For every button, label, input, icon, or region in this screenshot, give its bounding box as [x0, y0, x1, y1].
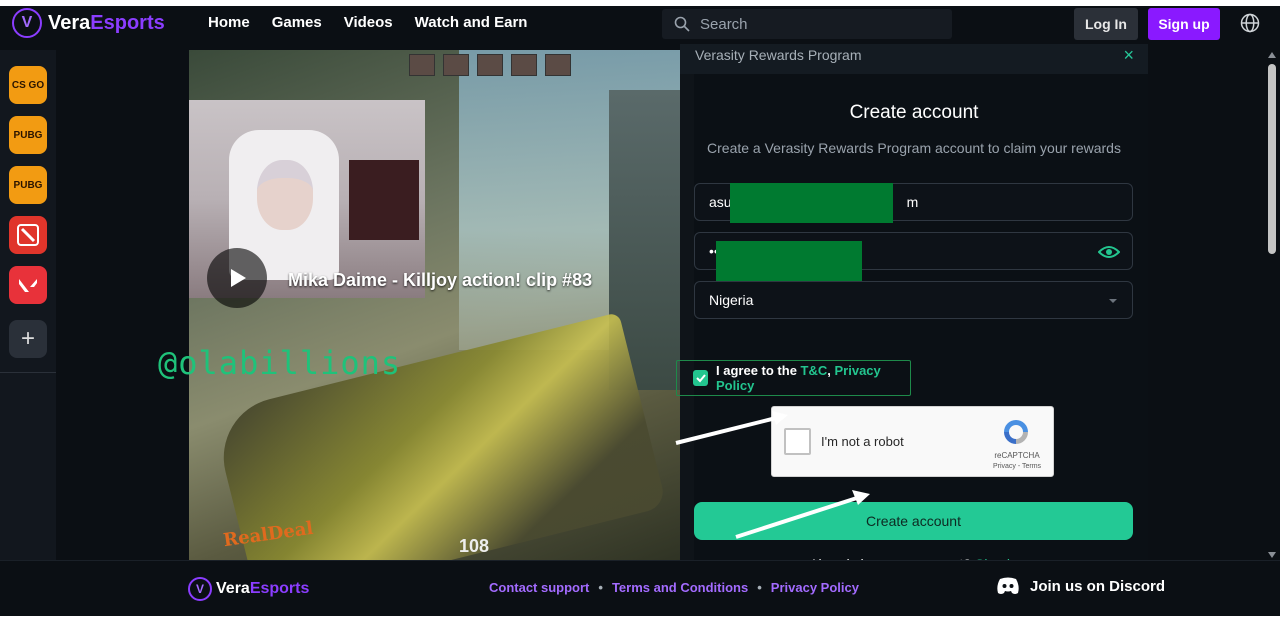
email-suffix: m [906, 194, 919, 210]
recaptcha-terms[interactable]: Privacy - Terms [972, 463, 1062, 470]
vera-logo-icon: V [188, 577, 212, 601]
recaptcha-checkbox[interactable] [784, 428, 811, 455]
scroll-thumb[interactable] [1268, 64, 1276, 254]
vera-logo-icon: V [12, 8, 42, 38]
scrollbar[interactable] [1264, 50, 1280, 560]
footer-links: Contact support • Terms and Conditions •… [489, 580, 859, 595]
hero-icon [511, 54, 537, 76]
pubg-mobile-icon[interactable]: PUBG [9, 166, 47, 204]
watermark-text: @olabillions [158, 344, 402, 382]
discord-label: Join us on Discord [1030, 577, 1166, 595]
card-title: Create account [849, 102, 979, 123]
card-subtitle: Create a Verasity Rewards Program accoun… [707, 140, 1121, 156]
footer-brand-name: VeraEsports [216, 580, 309, 598]
main-nav: Home Games Videos Watch and Earn [208, 14, 527, 31]
globe-icon[interactable] [1240, 13, 1260, 33]
country-value: Nigeria [709, 292, 754, 308]
redaction-block [716, 241, 862, 281]
nav-home[interactable]: Home [208, 14, 250, 31]
top-nav-bar: V VeraEsports Home Games Videos Watch an… [0, 6, 1280, 42]
close-icon[interactable]: × [1123, 45, 1134, 66]
nav-games[interactable]: Games [272, 14, 322, 31]
login-button[interactable]: Log In [1074, 8, 1138, 40]
hero-icons-strip [409, 54, 571, 76]
dota-glyph [17, 224, 39, 246]
recaptcha-widget: I'm not a robot reCAPTCHA Privacy - Term… [771, 406, 1054, 477]
ammo-counter: 108 [459, 536, 490, 556]
play-icon [231, 269, 246, 287]
hero-icon [545, 54, 571, 76]
dota-icon[interactable] [9, 216, 47, 254]
footer-brand-left: Vera [216, 580, 250, 597]
agree-comma: , [827, 363, 835, 378]
game-sidebar: CS GO PUBG PUBG + [0, 50, 56, 560]
chevron-down-icon [1109, 299, 1117, 303]
brand-name-left: Vera [48, 11, 91, 34]
check-icon [695, 374, 706, 383]
agree-text: I agree to the [716, 363, 801, 378]
panel-header: Verasity Rewards Program × [680, 44, 1148, 74]
footer: V VeraEsports Contact support • Terms an… [0, 560, 1280, 616]
valorant-icon[interactable] [9, 266, 47, 304]
footer-separator: • [757, 580, 762, 595]
recaptcha-logo-icon [1004, 420, 1028, 444]
country-select[interactable]: Nigeria [694, 281, 1133, 319]
agree-text-group: I agree to the T&C, Privacy Policy [716, 363, 910, 393]
pubg-mobile-tile-label: PUBG [13, 179, 43, 191]
sidebar-divider [0, 372, 56, 373]
eye-icon[interactable] [1098, 244, 1120, 260]
nav-videos[interactable]: Videos [344, 14, 393, 31]
discord-icon [997, 577, 1019, 594]
play-button[interactable] [207, 248, 267, 308]
footer-separator: • [598, 580, 603, 595]
csgo-tile-label: CS GO [11, 79, 45, 91]
terms-link[interactable]: Terms and Conditions [612, 580, 748, 595]
recaptcha-label: I'm not a robot [821, 434, 904, 449]
panel-header-title: Verasity Rewards Program [695, 47, 862, 63]
brand-logo[interactable]: V VeraEsports [12, 8, 165, 38]
hero-icon [477, 54, 503, 76]
search-input[interactable]: Search [700, 16, 748, 33]
pubg-tile-label: PUBG [13, 129, 43, 141]
discord-link[interactable]: Join us on Discord [996, 577, 1165, 595]
signup-button[interactable]: Sign up [1148, 8, 1220, 40]
scroll-down-arrow-icon[interactable] [1268, 552, 1276, 558]
footer-brand-right: Esports [249, 580, 310, 597]
streamer-head [257, 160, 313, 230]
terms-agreement: I agree to the T&C, Privacy Policy [676, 360, 911, 396]
streamer-poster [349, 160, 419, 240]
hero-icon [443, 54, 469, 76]
brand-name: VeraEsports [48, 12, 165, 35]
redaction-block [730, 183, 893, 223]
create-account-button[interactable]: Create account [694, 502, 1133, 540]
contact-support-link[interactable]: Contact support [489, 580, 589, 595]
hero-icon [409, 54, 435, 76]
video-player[interactable]: Mika Daime - Killjoy action! clip #83 Re… [189, 50, 680, 560]
brand-name-right: Esports [90, 11, 165, 34]
video-title: Mika Daime - Killjoy action! clip #83 [288, 270, 593, 290]
scroll-up-arrow-icon[interactable] [1268, 52, 1276, 58]
recaptcha-brand: reCAPTCHA [994, 451, 1040, 460]
rewards-panel: Verasity Rewards Program × Create accoun… [676, 44, 1148, 572]
email-prefix: asu [709, 194, 732, 210]
create-account-card: Create account Create a Verasity Rewards… [676, 74, 1148, 572]
footer-privacy-link[interactable]: Privacy Policy [771, 580, 859, 595]
pubg-icon[interactable]: PUBG [9, 116, 47, 154]
csgo-icon[interactable]: CS GO [9, 66, 47, 104]
add-game-button[interactable]: + [9, 320, 47, 358]
search-bar[interactable]: Search [662, 9, 952, 39]
nav-watch-and-earn[interactable]: Watch and Earn [415, 14, 528, 31]
footer-brand-logo[interactable]: V VeraEsports [188, 577, 309, 601]
app-frame: V VeraEsports Home Games Videos Watch an… [0, 6, 1280, 616]
tc-link[interactable]: T&C [801, 363, 828, 378]
search-icon [674, 16, 690, 32]
agree-checkbox[interactable] [693, 370, 709, 386]
valorant-glyph [19, 279, 37, 292]
